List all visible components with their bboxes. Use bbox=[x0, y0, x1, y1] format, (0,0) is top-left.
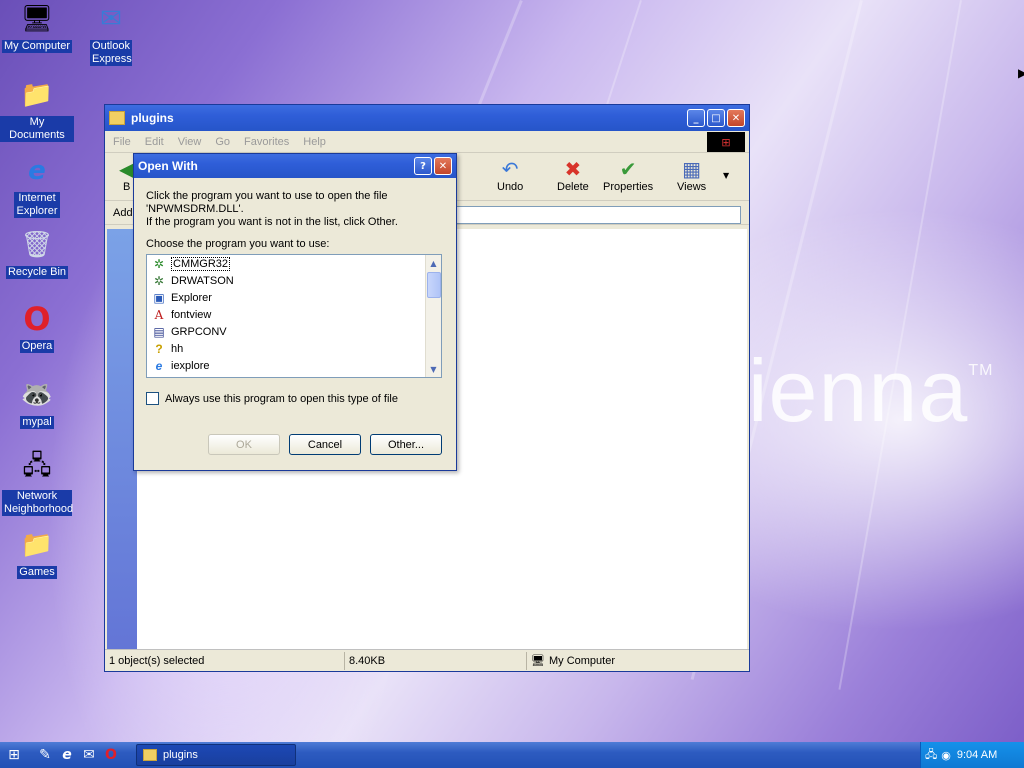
close-button[interactable]: ✕ bbox=[727, 109, 745, 127]
desktop-icon-recycle-bin[interactable]: 🗑 Recycle Bin bbox=[0, 228, 74, 279]
address-input[interactable] bbox=[455, 206, 741, 224]
tray-network-icon[interactable]: 🖧 bbox=[925, 746, 937, 765]
cmmgr-icon: ✲ bbox=[153, 256, 165, 271]
recycle-bin-icon: 🗑 bbox=[20, 230, 54, 260]
status-selected: 1 object(s) selected bbox=[105, 651, 345, 670]
list-item[interactable]: A fontview bbox=[147, 306, 441, 323]
wallpaper-logo: iennaTM bbox=[748, 341, 994, 440]
program-list[interactable]: ✲ CMMGR32 ✲ DRWATSON ▣ Explorer A fontvi… bbox=[146, 254, 442, 378]
taskbar: ⊞ ✎ e ✉ O plugins 🖧 ◉ 9:04 AM bbox=[0, 742, 1024, 768]
opera-icon: O bbox=[23, 300, 51, 338]
menu-edit[interactable]: Edit bbox=[145, 136, 164, 148]
dialog-titlebar[interactable]: Open With ? ✕ bbox=[134, 154, 456, 178]
always-use-row[interactable]: Always use this program to open this typ… bbox=[146, 392, 398, 405]
computer-icon: 🖥 bbox=[531, 655, 545, 667]
minimize-button[interactable]: _ bbox=[687, 109, 705, 127]
quicklaunch-outlook-icon[interactable]: ✉ bbox=[78, 744, 100, 766]
help-button[interactable]: ? bbox=[414, 157, 432, 175]
cancel-button[interactable]: Cancel bbox=[289, 434, 361, 455]
help-icon: ? bbox=[155, 341, 163, 356]
desktop-icon-opera[interactable]: O Opera bbox=[0, 300, 74, 353]
status-size: 8.40KB bbox=[345, 651, 527, 670]
menu-bar: File Edit View Go Favorites Help ⊞ bbox=[105, 131, 749, 153]
scroll-down-icon[interactable]: ▼ bbox=[426, 361, 441, 377]
ok-button[interactable]: OK bbox=[208, 434, 280, 455]
windows-logo-icon: ⊞ bbox=[707, 132, 745, 152]
other-button[interactable]: Other... bbox=[370, 434, 442, 455]
properties-button[interactable]: ✔ Properties bbox=[603, 157, 653, 193]
internet-explorer-icon: e bbox=[155, 358, 163, 373]
system-tray: 🖧 ◉ 9:04 AM bbox=[920, 742, 1024, 768]
undo-icon: ↶ bbox=[501, 157, 519, 181]
computer-icon: 🖥 bbox=[20, 4, 54, 34]
dialog-instructions: Click the program you want to use to ope… bbox=[146, 190, 398, 228]
status-bar: 1 object(s) selected 8.40KB 🖥 My Compute… bbox=[105, 649, 749, 671]
delete-icon: ✖ bbox=[564, 157, 582, 181]
folder-icon bbox=[109, 111, 125, 125]
menu-go[interactable]: Go bbox=[215, 136, 230, 148]
always-use-checkbox[interactable] bbox=[146, 392, 159, 405]
list-item[interactable]: ▣ Explorer bbox=[147, 289, 441, 306]
list-item[interactable]: ▤ GRPCONV bbox=[147, 323, 441, 340]
desktop-icon-my-documents[interactable]: 📁 My Documents bbox=[0, 78, 74, 142]
list-item[interactable]: e iexplore bbox=[147, 357, 441, 374]
mypal-icon: 🦝 bbox=[20, 380, 54, 410]
choose-program-label: Choose the program you want to use: bbox=[146, 238, 330, 250]
desktop-icon-my-computer[interactable]: 🖥 My Computer bbox=[0, 2, 74, 53]
explorer-icon: ▣ bbox=[153, 290, 165, 305]
quicklaunch-ie-icon[interactable]: e bbox=[56, 744, 78, 766]
properties-icon: ✔ bbox=[619, 157, 637, 181]
explorer-titlebar[interactable]: plugins _ □ ✕ bbox=[105, 105, 749, 131]
undo-button[interactable]: ↶ Undo bbox=[497, 157, 523, 193]
folder-icon bbox=[143, 749, 157, 761]
list-scrollbar[interactable]: ▲ ▼ bbox=[425, 255, 441, 377]
folder-icon: 📁 bbox=[20, 530, 54, 560]
quicklaunch-desktop-icon[interactable]: ✎ bbox=[34, 744, 56, 766]
dialog-close-button[interactable]: ✕ bbox=[434, 157, 452, 175]
views-button[interactable]: ▦ Views bbox=[677, 157, 706, 193]
desktop-icon-network-neighborhood[interactable]: 🖧 Network Neighborhood bbox=[0, 451, 74, 516]
views-icon: ▦ bbox=[682, 157, 702, 181]
maximize-button[interactable]: □ bbox=[707, 109, 725, 127]
list-item[interactable]: ? hh bbox=[147, 340, 441, 357]
outlook-express-icon: ✉ bbox=[100, 4, 122, 34]
desktop-icon-outlook-express[interactable]: ✉ Outlook Express bbox=[74, 2, 148, 66]
delete-button[interactable]: ✖ Delete bbox=[557, 157, 589, 193]
tray-volume-icon[interactable]: ◉ bbox=[941, 749, 951, 762]
font-icon: A bbox=[154, 307, 164, 322]
views-dropdown-arrow[interactable]: ▼ bbox=[723, 171, 729, 180]
start-button[interactable]: ⊞ bbox=[0, 742, 28, 768]
dialog-title: Open With bbox=[138, 159, 198, 173]
desktop-icon-internet-explorer[interactable]: e Internet Explorer bbox=[0, 154, 74, 218]
list-item[interactable]: ✲ CMMGR32 bbox=[147, 255, 441, 272]
desktop-icon-games[interactable]: 📁 Games bbox=[0, 528, 74, 579]
drwatson-icon: ✲ bbox=[153, 273, 165, 288]
menu-file[interactable]: File bbox=[113, 136, 131, 148]
menu-favorites[interactable]: Favorites bbox=[244, 136, 289, 148]
status-location: 🖥 My Computer bbox=[531, 654, 615, 668]
list-item[interactable]: ✲ DRWATSON bbox=[147, 272, 441, 289]
folder-icon: 📁 bbox=[20, 80, 54, 110]
open-with-dialog: Open With ? ✕ Click the program you want… bbox=[133, 153, 457, 471]
network-icon: 🖧 bbox=[22, 451, 52, 481]
clock: 9:04 AM bbox=[956, 749, 998, 761]
scroll-up-icon[interactable]: ▲ bbox=[426, 255, 441, 271]
address-label: Add bbox=[113, 206, 133, 219]
scroll-thumb[interactable] bbox=[427, 272, 441, 298]
quicklaunch-opera-icon[interactable]: O bbox=[100, 744, 122, 766]
internet-explorer-icon: e bbox=[28, 156, 46, 186]
grpconv-icon: ▤ bbox=[153, 324, 165, 339]
menu-help[interactable]: Help bbox=[303, 136, 326, 148]
window-title: plugins bbox=[131, 111, 174, 125]
desktop-icon-mypal[interactable]: 🦝 mypal bbox=[0, 378, 74, 429]
taskbar-item-plugins[interactable]: plugins bbox=[136, 744, 296, 766]
mouse-cursor-icon: ▶ bbox=[1018, 66, 1024, 80]
menu-view[interactable]: View bbox=[178, 136, 202, 148]
